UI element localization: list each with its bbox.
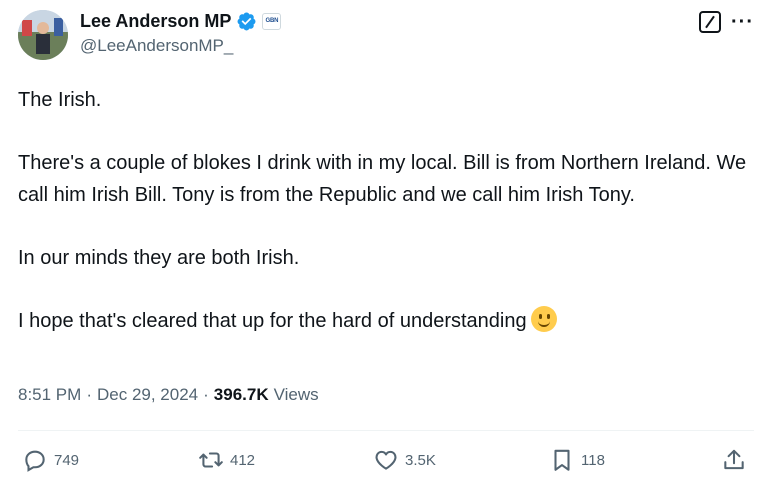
tweet-time[interactable]: 8:51 PM [18, 385, 81, 405]
tweet-paragraph: I hope that's cleared that up for the ha… [18, 309, 527, 332]
tweet-date[interactable]: Dec 29, 2024 [97, 385, 198, 405]
author-handle[interactable]: @LeeAndersonMP_ [80, 36, 233, 56]
bookmark-count: 118 [581, 451, 605, 469]
views-label: Views [273, 385, 319, 404]
grok-icon[interactable] [699, 11, 722, 33]
divider [18, 430, 754, 431]
bookmark-button[interactable]: 118 [549, 447, 605, 473]
reply-button[interactable]: 749 [22, 447, 79, 473]
meta-separator: · [86, 385, 92, 404]
reply-icon [25, 450, 45, 472]
more-options-icon[interactable]: ··· [731, 12, 754, 32]
tweet-paragraph: In our minds they are both Irish. [18, 246, 300, 269]
heart-icon [375, 450, 397, 470]
tweet-paragraph-last: I hope that's cleared that up for the ha… [18, 305, 748, 338]
top-actions: ··· [699, 11, 754, 33]
affiliation-badge[interactable]: GBN [262, 12, 282, 30]
reply-count: 749 [54, 451, 80, 469]
author-name[interactable]: Lee Anderson MP [80, 11, 231, 32]
repost-icon [199, 452, 223, 468]
author-avatar[interactable] [18, 10, 68, 60]
meta-separator: · [203, 385, 209, 404]
bookmark-icon [554, 449, 570, 471]
verified-badge-icon[interactable] [236, 11, 257, 32]
tweet-paragraph: The Irish. [18, 89, 102, 111]
tweet-meta: 8:51 PM · Dec 29, 2024 · 396.7K Views [18, 385, 319, 405]
views-count: 396.7K [213, 385, 269, 404]
tweet-text: The Irish. There's a couple of blokes I … [18, 85, 748, 337]
share-icon [724, 449, 744, 470]
repost-button[interactable]: 412 [198, 447, 255, 473]
action-bar: 749 412 3.5K 118 [18, 447, 753, 477]
repost-count: 412 [230, 451, 256, 469]
like-button[interactable]: 3.5K [373, 447, 436, 473]
author-header: Lee Anderson MP GBN [80, 9, 282, 33]
smiling-face-emoji-icon [530, 305, 557, 332]
share-button[interactable] [721, 447, 747, 473]
tweet-paragraph: There's a couple of blokes I drink with … [18, 152, 747, 206]
like-count: 3.5K [405, 451, 436, 469]
